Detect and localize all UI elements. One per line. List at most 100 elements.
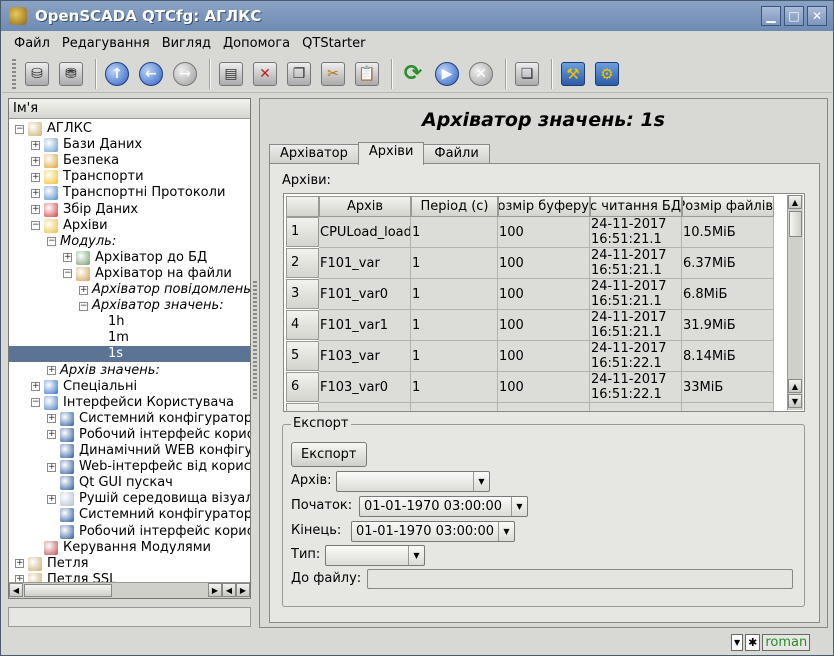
row-header[interactable]: 5 [286, 341, 319, 371]
menu-view[interactable]: Вигляд [156, 36, 217, 51]
table-cell-archive[interactable]: CPULoad_load [319, 217, 411, 248]
back-button[interactable]: ← [136, 59, 166, 89]
table-cell-buffer[interactable]: 100 [498, 248, 590, 279]
table-cell-datetime[interactable]: 24-11-2017 16:51:22.1 [590, 341, 682, 372]
collapse-icon[interactable]: − [31, 398, 40, 408]
table-scroll-thumb[interactable] [789, 211, 802, 237]
table-cell-size[interactable]: 33МіБ [682, 372, 774, 403]
table-cell-size[interactable]: 31.9МіБ [682, 310, 774, 341]
expand-icon[interactable]: + [79, 285, 88, 295]
tree-node[interactable]: − Архіватор значень: [79, 298, 224, 314]
scroll-right-button[interactable]: ▶ [208, 583, 222, 597]
menu-qtstarter[interactable]: QTStarter [296, 36, 371, 51]
tree-node[interactable]: + Системний конфігуратор [47, 411, 250, 427]
tree-node[interactable]: Керування Модулями [31, 540, 211, 556]
column-header-period[interactable]: Період (с) [411, 196, 498, 217]
collapse-icon[interactable]: − [15, 124, 24, 134]
menu-help[interactable]: Допомога [217, 36, 296, 51]
scroll-right-button-2[interactable]: ▶ [236, 583, 250, 597]
close-button[interactable]: ✕ [807, 6, 827, 26]
maximize-button[interactable]: □ [784, 6, 804, 26]
tree-node[interactable]: + Петля SSL [15, 572, 116, 582]
row-header[interactable]: 3 [286, 279, 319, 309]
row-header[interactable]: 1 [286, 217, 319, 247]
toolbar-grip[interactable] [12, 58, 16, 89]
table-cell-size[interactable]: 6.37МіБ [682, 248, 774, 279]
start-button[interactable]: ▶ [432, 59, 462, 89]
tree-node[interactable]: + Архіватор до БД [63, 250, 207, 266]
row-header[interactable]: 6 [286, 372, 319, 402]
export-button[interactable]: Експорт [291, 442, 367, 467]
end-datetime-input[interactable]: 01-01-1970 03:00:00 ▼ [351, 521, 515, 542]
menu-edit[interactable]: Редагування [56, 36, 156, 51]
tree-node[interactable]: Системний конфігуратор [47, 507, 250, 523]
expand-icon[interactable]: + [15, 575, 24, 582]
expand-icon[interactable]: + [31, 205, 40, 214]
to-file-input[interactable] [367, 569, 793, 589]
column-header-file-size[interactable]: Розмір файлів [682, 196, 774, 217]
table-cell-archive[interactable]: F101_var [319, 248, 411, 279]
table-cell-buffer[interactable]: 100 [498, 217, 590, 248]
table-cell-size[interactable]: 10.5МіБ [682, 217, 774, 248]
expand-icon[interactable]: + [47, 366, 56, 375]
tree-node[interactable]: + Збір Даних [31, 202, 138, 218]
tree-node[interactable]: + Петля [15, 556, 88, 572]
config-tool-button[interactable]: ⚒ [558, 59, 588, 89]
tree-node[interactable]: Динамічний WEB конфігуратор [47, 443, 250, 459]
table-cell-size[interactable] [682, 403, 774, 411]
table-cell-datetime[interactable]: 24-11-2017 16:51:22.1 [590, 372, 682, 403]
table-cell-buffer[interactable]: 100 [498, 279, 590, 310]
table-cell-archive[interactable] [319, 403, 411, 411]
add-item-button[interactable]: ▤ [216, 59, 246, 89]
tab-archiver[interactable]: Архіватор [269, 144, 359, 164]
archive-select[interactable]: ▼ [336, 471, 490, 492]
table-vertical-scrollbar[interactable]: ▲ ▲ ▼ [787, 195, 803, 410]
table-cell-period[interactable]: 1 [411, 310, 498, 341]
tree-node[interactable]: + Робочий інтерфейс користувача [47, 427, 250, 443]
table-cell-datetime[interactable]: 24-11-2017 16:51:21.1 [590, 279, 682, 310]
expand-icon[interactable]: + [47, 414, 56, 424]
table-cell-size[interactable]: 6.8МіБ [682, 279, 774, 310]
collapse-icon[interactable]: − [47, 237, 56, 247]
column-header-read-time[interactable]: Час читання БД [590, 196, 682, 217]
title-bar[interactable]: OpenSCADA QTCfg: АГЛКС ▁ □ ✕ [1, 1, 833, 31]
table-cell-period[interactable]: 1 [411, 341, 498, 372]
up-button[interactable]: ↑ [102, 59, 132, 89]
tree-node[interactable]: Qt GUI пускач [47, 475, 173, 491]
table-cell-size[interactable]: 8.14МіБ [682, 341, 774, 372]
tree-node[interactable]: + Транспортні Протоколи [31, 185, 225, 201]
table-cell-archive[interactable]: F101_var1 [319, 310, 411, 341]
delete-item-button[interactable]: ✕ [250, 59, 280, 89]
row-header[interactable]: 4 [286, 310, 319, 340]
paste-button[interactable]: 📋 [352, 59, 382, 89]
scroll-thumb[interactable] [24, 584, 112, 597]
expand-icon[interactable]: + [63, 253, 72, 263]
type-select[interactable]: ▼ [325, 545, 425, 566]
table-cell-archive[interactable]: F101_var0 [319, 279, 411, 310]
scroll-left-button-2[interactable]: ◀ [222, 583, 236, 597]
column-header-buffer[interactable]: Розмір буферу [498, 196, 590, 217]
tree-node[interactable]: + Web-інтерфейс від користувача [47, 459, 250, 475]
expand-icon[interactable]: + [31, 172, 40, 182]
tab-archives[interactable]: Архіви [357, 142, 425, 165]
scroll-up-button[interactable]: ▲ [788, 195, 802, 209]
tree-node[interactable]: + Архів значень: [47, 363, 160, 379]
column-header-archive[interactable]: Архів [319, 196, 411, 217]
tree-node[interactable]: + Спеціальні [31, 379, 137, 395]
scroll-up-button-2[interactable]: ▲ [788, 379, 802, 393]
table-cell-period[interactable]: 1 [411, 279, 498, 310]
status-menu-button[interactable]: ▼ [731, 633, 744, 651]
tree-node[interactable]: + Транспорти [31, 169, 144, 185]
table-cell-buffer[interactable]: 100 [498, 341, 590, 372]
copy-button[interactable]: ❐ [284, 59, 314, 89]
expand-icon[interactable]: + [47, 462, 56, 472]
cut-button[interactable]: ✂ [318, 59, 348, 89]
db-save-button[interactable]: ⛃ [56, 59, 86, 89]
expand-icon[interactable]: + [31, 140, 40, 150]
table-cell-buffer[interactable]: 100 [498, 372, 590, 403]
tree-node[interactable]: 1h [95, 314, 125, 330]
current-user[interactable]: roman [762, 633, 811, 651]
table-cell-period[interactable]: 1 [411, 217, 498, 248]
start-datetime-input[interactable]: 01-01-1970 03:00:00 ▼ [359, 496, 528, 517]
table-cell-period[interactable]: 1 [411, 248, 498, 279]
